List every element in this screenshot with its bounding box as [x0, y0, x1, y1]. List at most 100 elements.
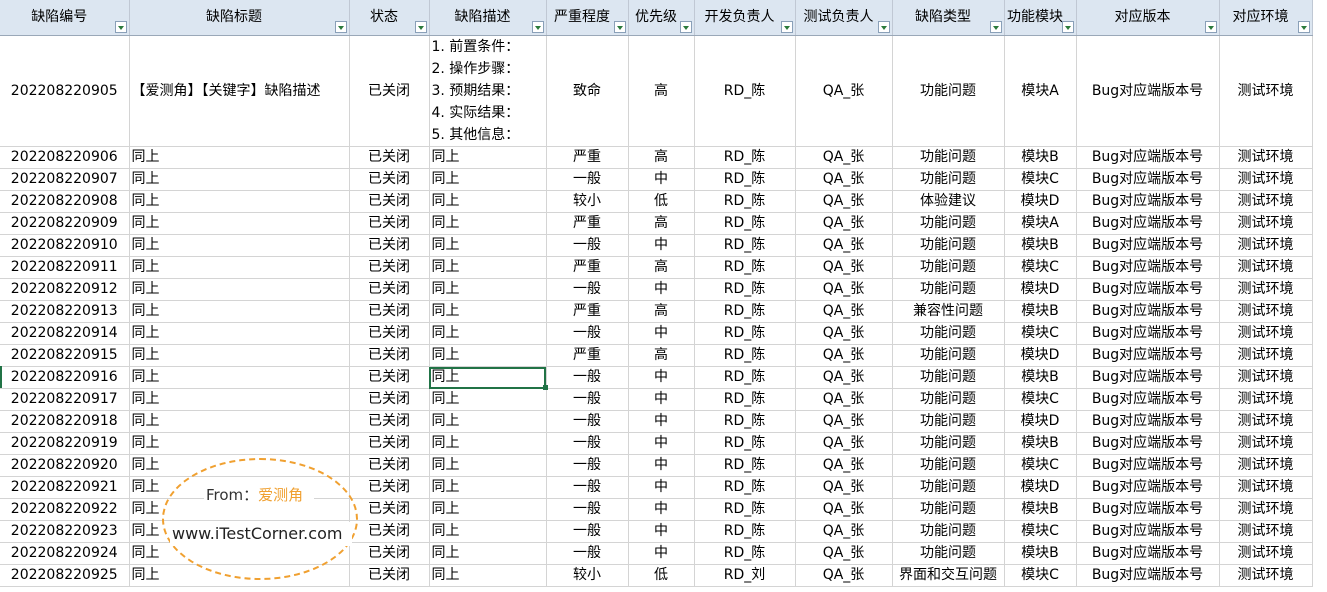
cell-developer[interactable]: RD_陈: [694, 256, 796, 279]
cell-description[interactable]: 同上: [429, 322, 547, 345]
cell-defect-id[interactable]: 202208220906: [0, 146, 130, 169]
cell-defect-title[interactable]: 同上: [129, 410, 350, 433]
cell-developer[interactable]: RD_陈: [694, 35, 796, 147]
cell-tester[interactable]: QA_张: [795, 410, 893, 433]
header-version[interactable]: 对应版本: [1076, 0, 1220, 36]
cell-module[interactable]: 模块C: [1004, 454, 1077, 477]
cell-version[interactable]: Bug对应端版本号: [1076, 520, 1220, 543]
cell-defect-title[interactable]: 同上: [129, 344, 350, 367]
filter-dropdown-icon[interactable]: [414, 21, 427, 33]
cell-defect-id[interactable]: 202208220924: [0, 542, 130, 565]
cell-status[interactable]: 已关闭: [349, 410, 430, 433]
cell-defect-id[interactable]: 202208220921: [0, 476, 130, 499]
cell-status[interactable]: 已关闭: [349, 146, 430, 169]
cell-tester[interactable]: QA_张: [795, 234, 893, 257]
cell-developer[interactable]: RD_陈: [694, 278, 796, 301]
cell-status[interactable]: 已关闭: [349, 256, 430, 279]
cell-status[interactable]: 已关闭: [349, 344, 430, 367]
cell-defect-id[interactable]: 202208220914: [0, 322, 130, 345]
cell-developer[interactable]: RD_陈: [694, 520, 796, 543]
cell-developer[interactable]: RD_陈: [694, 498, 796, 521]
cell-environment[interactable]: 测试环境: [1219, 454, 1313, 477]
cell-developer[interactable]: RD_陈: [694, 322, 796, 345]
cell-developer[interactable]: RD_陈: [694, 542, 796, 565]
cell-version[interactable]: Bug对应端版本号: [1076, 344, 1220, 367]
cell-severity[interactable]: 一般: [546, 432, 629, 455]
cell-severity[interactable]: 严重: [546, 256, 629, 279]
cell-tester[interactable]: QA_张: [795, 366, 893, 389]
cell-priority[interactable]: 高: [628, 146, 695, 169]
cell-developer[interactable]: RD_陈: [694, 432, 796, 455]
cell-defect-type[interactable]: 功能问题: [892, 476, 1005, 499]
cell-severity[interactable]: 一般: [546, 234, 629, 257]
cell-status[interactable]: 已关闭: [349, 234, 430, 257]
cell-status[interactable]: 已关闭: [349, 454, 430, 477]
cell-description[interactable]: 同上: [429, 520, 547, 543]
cell-description[interactable]: 同上: [429, 388, 547, 411]
cell-defect-type[interactable]: 功能问题: [892, 366, 1005, 389]
cell-defect-id[interactable]: 202208220923: [0, 520, 130, 543]
cell-defect-id[interactable]: 202208220918: [0, 410, 130, 433]
cell-defect-type[interactable]: 功能问题: [892, 498, 1005, 521]
cell-priority[interactable]: 中: [628, 454, 695, 477]
header-defect-id[interactable]: 缺陷编号: [0, 0, 130, 36]
cell-priority[interactable]: 高: [628, 35, 695, 147]
cell-developer[interactable]: RD_陈: [694, 146, 796, 169]
filter-dropdown-icon[interactable]: [989, 21, 1002, 33]
cell-environment[interactable]: 测试环境: [1219, 410, 1313, 433]
cell-tester[interactable]: QA_张: [795, 322, 893, 345]
cell-defect-id[interactable]: 202208220919: [0, 432, 130, 455]
cell-status[interactable]: 已关闭: [349, 388, 430, 411]
cell-severity[interactable]: 较小: [546, 190, 629, 213]
cell-version[interactable]: Bug对应端版本号: [1076, 564, 1220, 587]
cell-environment[interactable]: 测试环境: [1219, 366, 1313, 389]
cell-tester[interactable]: QA_张: [795, 256, 893, 279]
cell-developer[interactable]: RD_陈: [694, 366, 796, 389]
cell-status[interactable]: 已关闭: [349, 278, 430, 301]
cell-priority[interactable]: 中: [628, 168, 695, 191]
cell-version[interactable]: Bug对应端版本号: [1076, 278, 1220, 301]
cell-developer[interactable]: RD_陈: [694, 190, 796, 213]
cell-environment[interactable]: 测试环境: [1219, 432, 1313, 455]
cell-defect-id[interactable]: 202208220907: [0, 168, 130, 191]
filter-dropdown-icon[interactable]: [877, 21, 890, 33]
cell-module[interactable]: 模块D: [1004, 476, 1077, 499]
cell-module[interactable]: 模块A: [1004, 212, 1077, 235]
cell-priority[interactable]: 中: [628, 520, 695, 543]
header-status[interactable]: 状态: [349, 0, 430, 36]
cell-module[interactable]: 模块B: [1004, 146, 1077, 169]
header-severity[interactable]: 严重程度: [546, 0, 629, 36]
cell-severity[interactable]: 严重: [546, 300, 629, 323]
cell-defect-type[interactable]: 功能问题: [892, 432, 1005, 455]
filter-dropdown-icon[interactable]: [531, 21, 544, 33]
cell-developer[interactable]: RD_陈: [694, 344, 796, 367]
cell-priority[interactable]: 高: [628, 212, 695, 235]
cell-defect-type[interactable]: 功能问题: [892, 35, 1005, 147]
cell-defect-type[interactable]: 功能问题: [892, 322, 1005, 345]
cell-defect-id[interactable]: 202208220925: [0, 564, 130, 587]
cell-version[interactable]: Bug对应端版本号: [1076, 212, 1220, 235]
cell-defect-id[interactable]: 202208220917: [0, 388, 130, 411]
cell-status[interactable]: 已关闭: [349, 212, 430, 235]
cell-defect-type[interactable]: 功能问题: [892, 542, 1005, 565]
cell-description[interactable]: 同上: [429, 564, 547, 587]
cell-version[interactable]: Bug对应端版本号: [1076, 476, 1220, 499]
cell-environment[interactable]: 测试环境: [1219, 542, 1313, 565]
cell-description[interactable]: 同上: [429, 476, 547, 499]
cell-tester[interactable]: QA_张: [795, 498, 893, 521]
cell-version[interactable]: Bug对应端版本号: [1076, 542, 1220, 565]
header-defect-title[interactable]: 缺陷标题: [129, 0, 350, 36]
cell-defect-type[interactable]: 功能问题: [892, 212, 1005, 235]
cell-severity[interactable]: 一般: [546, 498, 629, 521]
cell-priority[interactable]: 中: [628, 278, 695, 301]
cell-defect-id[interactable]: 202208220916: [0, 366, 130, 389]
cell-defect-type[interactable]: 功能问题: [892, 146, 1005, 169]
cell-description[interactable]: 同上: [429, 146, 547, 169]
cell-developer[interactable]: RD_陈: [694, 168, 796, 191]
filter-dropdown-icon[interactable]: [334, 21, 347, 33]
cell-defect-id[interactable]: 202208220922: [0, 498, 130, 521]
cell-tester[interactable]: QA_张: [795, 35, 893, 147]
cell-priority[interactable]: 低: [628, 190, 695, 213]
cell-status[interactable]: 已关闭: [349, 366, 430, 389]
cell-defect-type[interactable]: 功能问题: [892, 256, 1005, 279]
